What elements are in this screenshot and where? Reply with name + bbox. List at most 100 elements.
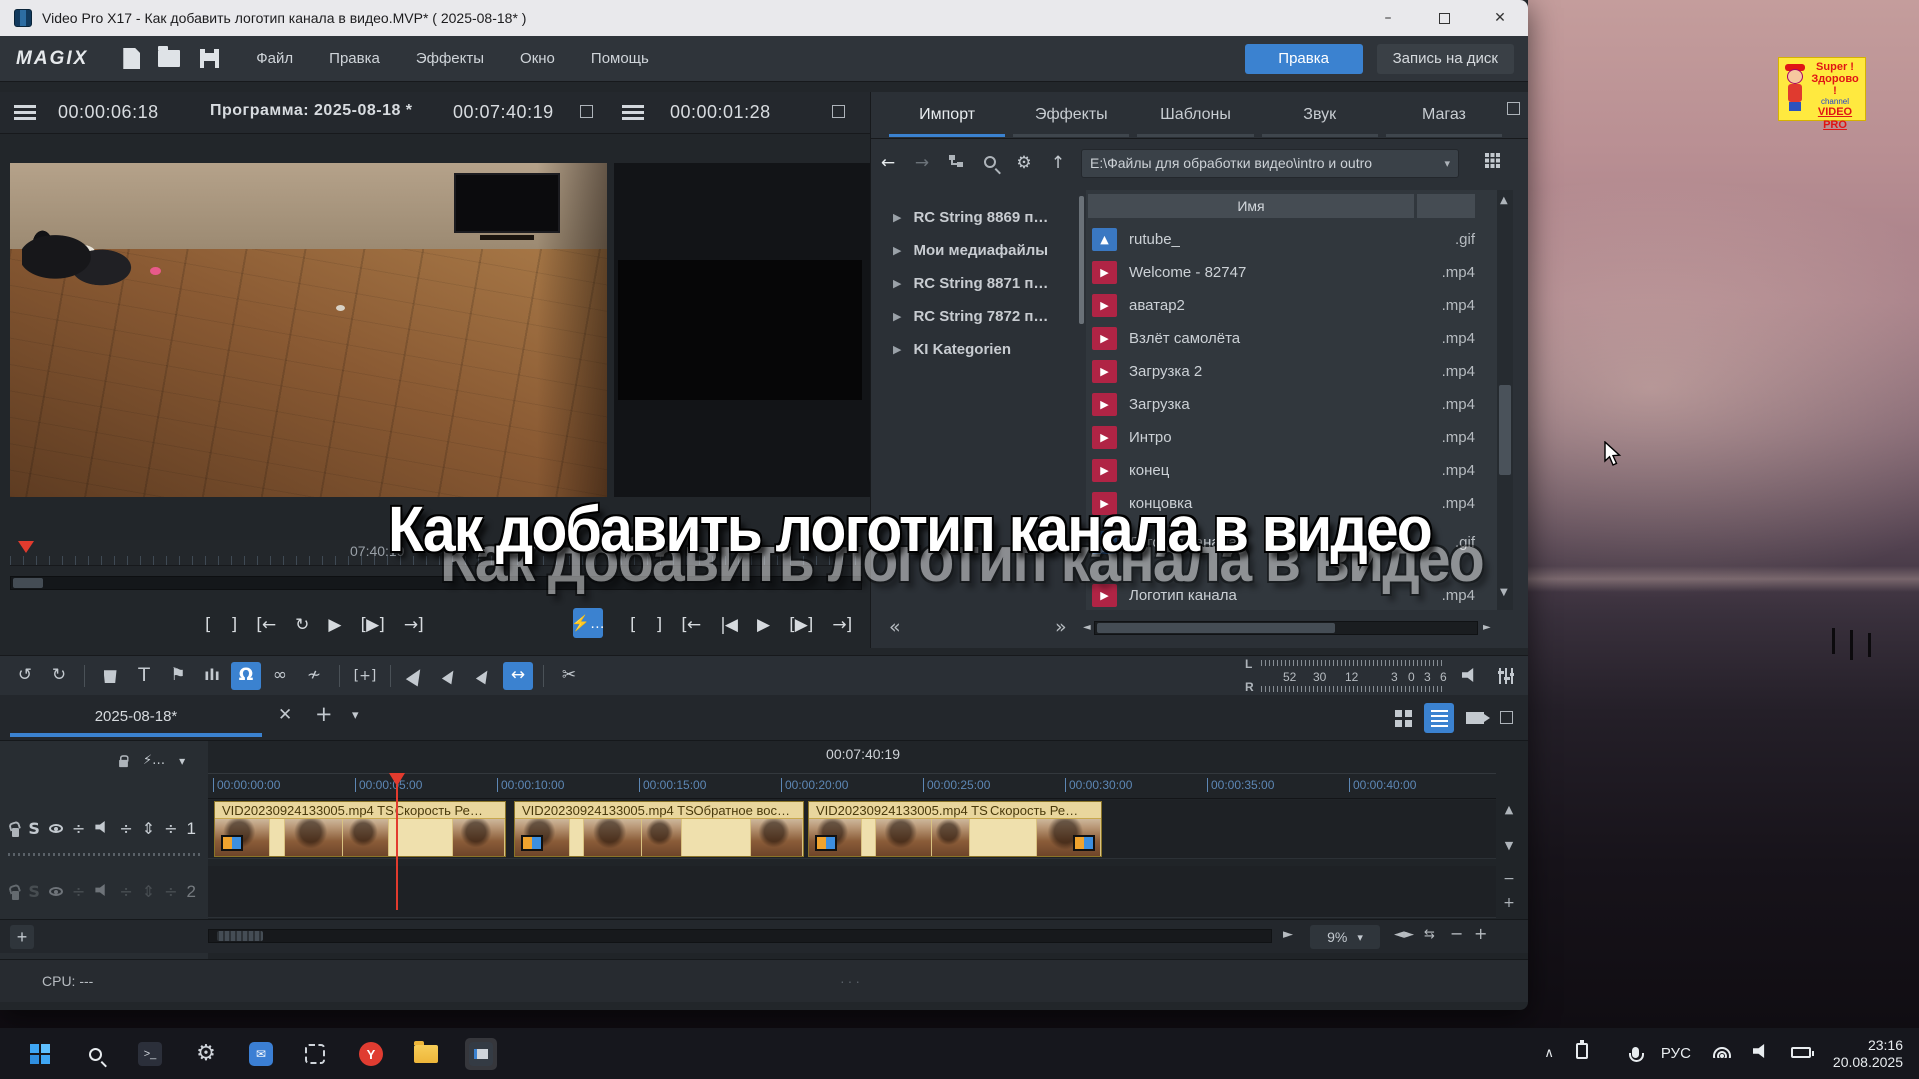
taskbar-app-terminal-icon[interactable]: >_ [134,1038,166,1070]
zoom-in-icon[interactable]: + [1474,926,1487,942]
file-row[interactable]: ▶Welcome - 82747.mp4 [1086,256,1497,289]
scroll-right-icon[interactable]: ► [1283,928,1293,941]
menu-window[interactable]: Окно [502,50,573,67]
marker-icon[interactable]: ⚑ [163,662,193,690]
taskbar-app-blue-icon[interactable]: ✉ [245,1038,277,1070]
file-row[interactable]: ▶аватар2.mp4 [1086,289,1497,322]
edit-mode-button[interactable]: Правка [1245,44,1363,74]
file-row[interactable]: ▶Взлёт самолёта.mp4 [1086,322,1497,355]
transition-badge[interactable] [1073,835,1095,851]
file-row[interactable]: ▶концовка.mp4 [1086,487,1497,520]
previous-frame-button[interactable]: |◀ [720,615,737,635]
curve-icon[interactable]: ÷ [119,821,132,837]
timeline-horizontal-scrollbar[interactable] [208,929,1272,943]
jump-start-button[interactable]: [← [681,615,700,635]
visibility-eye-icon[interactable] [49,883,63,901]
loop-playback-button[interactable]: ↻ [295,615,308,635]
play-range-button[interactable]: [▶] [361,615,384,635]
project-tab[interactable]: 2025-08-18* [10,699,262,737]
insert-object-icon[interactable]: [+] [350,662,380,690]
jump-end-button[interactable]: →] [832,615,851,635]
file-row[interactable]: ▶Загрузка.mp4 [1086,388,1497,421]
new-file-icon[interactable] [123,48,140,69]
file-list-horizontal-scrollbar[interactable] [1094,621,1478,635]
track-2-lane[interactable] [208,866,1496,918]
grid-view-icon[interactable] [1485,153,1500,173]
file-row[interactable]: ▶Интро.mp4 [1086,421,1497,454]
tree-scrollbar[interactable] [1079,196,1084,324]
automation-icon[interactable]: ılı [197,662,227,690]
menu-file[interactable]: Файл [238,50,311,67]
page-left-icon[interactable]: « [889,618,901,637]
menu-effects[interactable]: Эффекты [398,50,502,67]
file-row[interactable]: ▲rutube_.gif [1086,223,1497,256]
file-row[interactable]: ▶Загрузка 2.mp4 [1086,355,1497,388]
stretch-mode-icon[interactable]: ↔ [503,662,533,690]
gear-icon[interactable]: ⚙ [1007,155,1041,172]
detach-panel-icon[interactable] [1507,102,1520,115]
range-end-button[interactable]: ] [656,615,662,635]
close-button[interactable]: ✕ [1472,0,1528,36]
program-monitor-menu-icon[interactable] [622,105,644,120]
zoom-out-icon[interactable]: − [1450,926,1463,942]
multicam-view-icon[interactable] [1460,703,1490,733]
zoom-out-vertical-icon[interactable]: − [1500,871,1518,887]
scroll-thumb[interactable] [1499,385,1511,475]
column-header-ext[interactable] [1417,194,1475,218]
source-monitor-menu-icon[interactable] [14,105,36,120]
start-button[interactable] [24,1038,56,1070]
undo-icon[interactable]: ↺ [10,662,40,690]
page-right-icon[interactable]: » [1055,618,1067,637]
track-speaker-icon[interactable] [94,820,110,839]
play-range-button[interactable]: [▶] [789,615,812,635]
taskbar-videopro-icon[interactable] [465,1038,497,1070]
timeline-clip[interactable]: VID20230924133005.mp4 TSСкорость Ре… [808,801,1102,857]
menu-edit[interactable]: Правка [311,50,398,67]
curve-icon[interactable]: ÷ [164,884,177,900]
tab-import[interactable]: Импорт [889,94,1005,137]
transition-badge[interactable] [815,835,837,851]
curve-icon[interactable]: ÷ [164,821,177,837]
tree-item[interactable]: ▶RC String 8869 п… [871,204,1085,230]
scroll-left-icon[interactable]: ◄ [1083,623,1091,633]
delete-icon[interactable] [95,662,125,690]
header-caret-icon[interactable]: ▾ [179,755,185,767]
file-row[interactable]: ▶Логотип канала.mp4 [1086,579,1497,610]
search-icon[interactable] [973,153,1007,173]
tree-item[interactable]: ▶RC String 7872 п… [871,303,1085,329]
timeline-zoom-dropdown[interactable]: 9% ▾ [1310,925,1380,949]
seek-bar[interactable]: 07:40:19 [10,540,862,566]
solo-icon[interactable]: S [28,821,40,837]
file-list-scrollbar[interactable]: ▲ ▼ [1497,190,1513,610]
play-button[interactable]: ▶ [328,615,340,635]
scroll-right-icon[interactable]: ► [1483,623,1491,633]
range-start-button[interactable]: [ [630,615,636,635]
track-height-icon[interactable]: ⇕ [142,884,155,900]
tab-store[interactable]: Магаз [1386,94,1502,137]
track-1-lane[interactable]: VID20230924133005.mp4 TSСкорость Ре… VID… [208,800,1496,859]
maximize-timeline-icon[interactable] [1500,711,1513,724]
mute-speaker-icon[interactable] [1462,668,1478,687]
expand-icon[interactable]: ▶ [893,277,901,290]
scroll-down-icon[interactable]: ▼ [1500,839,1518,852]
scroll-thumb[interactable] [217,931,263,941]
tree-view-icon[interactable] [939,153,973,173]
mouse-mode-icon[interactable] [401,662,431,690]
taskbar-explorer-icon[interactable] [410,1038,442,1070]
lock-icon[interactable] [119,760,128,767]
range-start-button[interactable]: [ [205,615,211,635]
resize-handle-dots[interactable]: ··· [840,973,863,989]
path-dropdown[interactable]: E:\Файлы для обработки видео\intro и out… [1081,149,1459,178]
burn-disc-button[interactable]: Запись на диск [1377,44,1514,74]
jump-start-button[interactable]: [← [256,615,275,635]
program-video-preview[interactable] [614,163,870,497]
add-project-icon[interactable]: + [315,702,333,726]
tray-chevron-icon[interactable]: ∧ [1544,1047,1554,1060]
usb-icon[interactable] [1576,1043,1588,1064]
fit-project-icon[interactable]: ⇆ [1424,928,1435,941]
expand-icon[interactable]: ▶ [893,244,901,257]
track-speaker-icon[interactable] [94,883,110,902]
up-folder-icon[interactable]: ↑ [1041,155,1075,172]
wifi-icon[interactable] [1713,1045,1731,1063]
jump-end-button[interactable]: →] [404,615,423,635]
